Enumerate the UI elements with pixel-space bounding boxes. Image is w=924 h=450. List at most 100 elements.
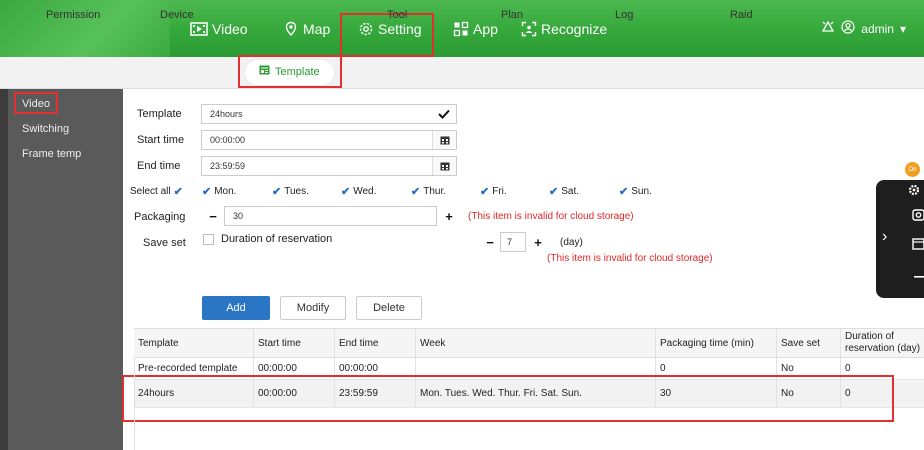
chevron-right-icon[interactable]: ›	[882, 228, 887, 246]
day-label: Tues.	[284, 186, 309, 197]
sidebar-edge	[0, 89, 8, 450]
select-all-label: Select all	[130, 186, 171, 197]
duration-value: 7	[507, 237, 513, 247]
table-header-row: Template Start time End time Week Packag…	[134, 328, 924, 358]
cell-start-time: 00:00:00	[254, 358, 335, 379]
day-checkbox-tue[interactable]: ✔ Tues.	[272, 185, 309, 198]
checkmark-icon: ✔	[480, 186, 490, 198]
cell-template: Pre-recorded template	[134, 358, 254, 379]
checkmark-icon: ✔	[411, 186, 421, 198]
packaging-label: Packaging	[134, 211, 186, 223]
sidebar-item-switching[interactable]: Switching	[22, 123, 69, 135]
user-avatar-icon	[841, 20, 855, 37]
header-duration: Duration of reservation (day)	[845, 331, 921, 354]
end-time-label: End time	[137, 160, 181, 172]
day-label: Sun.	[631, 186, 652, 197]
calendar-icon[interactable]	[432, 131, 456, 149]
duration-decrement-button[interactable]: −	[480, 232, 500, 252]
minus-icon[interactable]	[914, 268, 924, 282]
nav-video-label: Video	[212, 20, 248, 37]
cell-end-time: 00:00:00	[335, 358, 416, 379]
packaging-value: 30	[233, 211, 244, 221]
calendar-icon[interactable]	[912, 237, 924, 253]
checkmark-icon: ✔	[272, 186, 282, 198]
nav-app-label: App	[473, 20, 498, 37]
duration-input[interactable]: 7	[500, 232, 526, 252]
tab-plan[interactable]: Plan	[501, 0, 523, 31]
day-label: Wed.	[353, 186, 377, 197]
checkmark-icon: ✔	[549, 186, 559, 198]
delete-button[interactable]: Delete	[356, 296, 422, 320]
packaging-increment-button[interactable]: +	[439, 206, 459, 226]
template-label: Template	[137, 108, 182, 120]
nav-map[interactable]: Map	[283, 0, 330, 57]
day-checkbox-sun[interactable]: ✔ Sun.	[619, 185, 652, 198]
nav-app[interactable]: App	[453, 0, 498, 57]
cell-week: Mon. Tues. Wed. Thur. Fri. Sat. Sun.	[416, 380, 656, 407]
camera-icon[interactable]	[912, 208, 924, 225]
end-time-input[interactable]: 23:59:59	[201, 156, 457, 176]
header-start-time: Start time	[254, 329, 335, 357]
sidebar	[0, 89, 123, 450]
duration-of-reservation-checkbox[interactable]: Duration of reservation	[203, 233, 332, 245]
template-input[interactable]: 24hours	[201, 104, 457, 124]
calendar-icon[interactable]	[432, 157, 456, 175]
add-button[interactable]: Add	[202, 296, 270, 320]
modify-button[interactable]: Modify	[280, 296, 346, 320]
select-all-checkbox[interactable]: Select all ✔	[130, 185, 183, 198]
template-icon	[259, 60, 270, 85]
start-time-input[interactable]: 00:00:00	[201, 130, 457, 150]
tab-template-label: Template	[275, 66, 320, 78]
tab-tool[interactable]: Tool	[387, 0, 407, 31]
checkbox-square	[203, 233, 214, 245]
nav-recognize[interactable]: Recognize	[521, 0, 607, 57]
start-time-label: Start time	[137, 134, 185, 146]
status-badge-label: On	[908, 166, 917, 173]
header-week: Week	[416, 329, 656, 357]
day-checkbox-fri[interactable]: ✔ Fri.	[480, 185, 507, 198]
day-label: Mon.	[214, 186, 237, 197]
chevron-down-icon: ▾	[899, 21, 906, 36]
table-row[interactable]: Pre-recorded template 00:00:00 00:00:00 …	[134, 358, 924, 380]
tab-permission[interactable]: Permission	[46, 0, 100, 31]
packaging-input[interactable]: 30	[224, 206, 437, 226]
notification-icon[interactable]	[821, 20, 835, 37]
cell-start-time: 00:00:00	[254, 380, 335, 407]
sidebar-item-video[interactable]: Video	[22, 98, 50, 110]
grid-icon	[453, 21, 469, 37]
header-packaging-time: Packaging time (min)	[656, 329, 777, 357]
end-time-value: 23:59:59	[210, 161, 246, 171]
tab-device[interactable]: Device	[160, 0, 194, 31]
tab-log[interactable]: Log	[615, 0, 633, 31]
cell-packaging-time: 30	[656, 380, 777, 407]
template-input-value: 24hours	[210, 109, 243, 119]
table-left-border	[134, 358, 135, 450]
save-set-label: Save set	[143, 237, 186, 249]
map-pin-icon	[283, 21, 299, 37]
gear-icon[interactable]	[908, 184, 920, 199]
day-checkbox-sat[interactable]: ✔ Sat.	[549, 185, 579, 198]
user-menu[interactable]: admin ▾	[821, 0, 906, 57]
tab-raid[interactable]: Raid	[730, 0, 753, 31]
day-checkbox-mon[interactable]: ✔ Mon.	[202, 185, 236, 198]
nav-video[interactable]: Video	[190, 0, 248, 57]
table-row[interactable]: 24hours 00:00:00 23:59:59 Mon. Tues. Wed…	[134, 380, 924, 408]
packaging-decrement-button[interactable]: −	[203, 206, 223, 226]
sidebar-item-frame-temp[interactable]: Frame temp	[22, 148, 81, 160]
duration-note: (This item is invalid for cloud storage)	[547, 253, 713, 264]
duration-unit: (day)	[560, 237, 583, 248]
sub-tab-bar	[0, 57, 924, 89]
cell-template: 24hours	[134, 380, 254, 407]
cell-duration: 0	[845, 388, 851, 399]
day-checkbox-thu[interactable]: ✔ Thur.	[411, 185, 446, 198]
duration-of-reservation-label: Duration of reservation	[221, 233, 333, 245]
cell-save-set: No	[777, 358, 841, 379]
confirm-check-icon[interactable]	[432, 105, 456, 123]
tab-template[interactable]: Template	[245, 60, 334, 85]
duration-increment-button[interactable]: +	[528, 232, 548, 252]
nav-map-label: Map	[303, 20, 331, 37]
gear-icon	[358, 21, 374, 37]
user-name: admin	[861, 21, 894, 36]
checkmark-icon: ✔	[341, 186, 351, 198]
day-checkbox-wed[interactable]: ✔ Wed.	[341, 185, 376, 198]
